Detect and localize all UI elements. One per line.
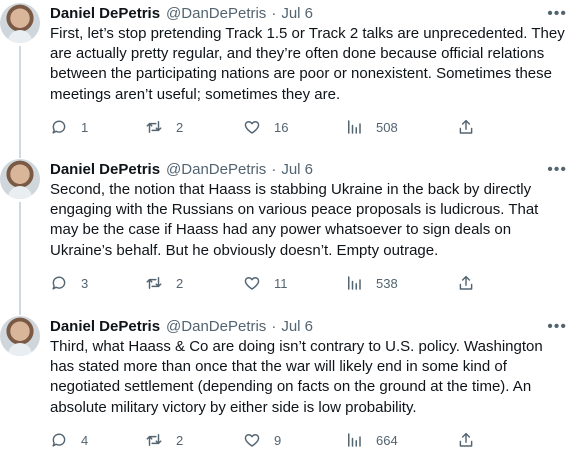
author-handle[interactable]: @DanDePetris [166, 4, 266, 24]
views-count: 508 [376, 119, 398, 135]
views-icon [348, 433, 361, 447]
avatar[interactable] [0, 3, 40, 43]
views-button[interactable]: 664 [345, 431, 398, 449]
retweet-button[interactable]: 2 [145, 118, 183, 136]
share-button[interactable] [457, 274, 475, 292]
views-count: 538 [376, 275, 398, 291]
author-name[interactable]: Daniel DePetris [50, 160, 160, 180]
tweet-actions: 4 2 9 664 [50, 431, 480, 451]
like-button[interactable]: 16 [243, 118, 288, 136]
tweet-header: Daniel DePetris @DanDePetris · Jul 6 [50, 317, 313, 337]
more-icon[interactable]: ••• [547, 6, 567, 22]
like-count: 16 [274, 119, 289, 135]
retweet-icon [146, 434, 162, 446]
reply-icon [52, 276, 66, 290]
author-name[interactable]: Daniel DePetris [50, 4, 160, 24]
views-count: 664 [376, 432, 398, 448]
avatar[interactable] [0, 159, 40, 199]
views-button[interactable]: 508 [345, 118, 398, 136]
thread-line [19, 46, 21, 158]
thread-line [19, 202, 21, 315]
tweet-text: First, let’s stop pretending Track 1.5 o… [50, 25, 565, 103]
reply-icon [52, 433, 66, 447]
share-icon [459, 432, 473, 447]
heart-icon [244, 277, 260, 290]
retweet-count: 2 [176, 432, 184, 448]
views-icon [348, 120, 361, 134]
retweet-count: 2 [176, 275, 184, 291]
tweet[interactable]: Daniel DePetris @DanDePetris · Jul 6 •••… [0, 0, 575, 158]
share-button[interactable] [457, 431, 475, 449]
heart-icon [244, 434, 260, 447]
retweet-icon [146, 277, 162, 289]
tweet-header: Daniel DePetris @DanDePetris · Jul 6 [50, 4, 313, 24]
views-icon [348, 276, 361, 290]
separator-dot: · [271, 161, 277, 178]
tweet[interactable]: Daniel DePetris @DanDePetris · Jul 6 •••… [0, 313, 575, 454]
tweet-text: Third, what Haass & Co are doing isn’t c… [50, 338, 543, 416]
tweet-text: Second, the notion that Haass is stabbin… [50, 181, 539, 259]
tweet-actions: 3 2 11 538 [50, 274, 480, 294]
tweet-actions: 1 2 16 508 [50, 118, 480, 138]
views-button[interactable]: 538 [345, 274, 398, 292]
reply-count: 1 [81, 119, 89, 135]
reply-button[interactable]: 1 [50, 118, 88, 136]
more-icon[interactable]: ••• [547, 162, 567, 178]
reply-count: 3 [81, 275, 89, 291]
like-count: 11 [274, 275, 288, 291]
reply-button[interactable]: 3 [50, 274, 88, 292]
reply-button[interactable]: 4 [50, 431, 88, 449]
author-handle[interactable]: @DanDePetris [166, 160, 266, 180]
tweet-date[interactable]: Jul 6 [281, 317, 313, 337]
retweet-button[interactable]: 2 [145, 431, 183, 449]
avatar[interactable] [0, 316, 40, 356]
tweet[interactable]: Daniel DePetris @DanDePetris · Jul 6 •••… [0, 156, 575, 315]
reply-count: 4 [81, 432, 89, 448]
author-name[interactable]: Daniel DePetris [50, 317, 160, 337]
tweet-date[interactable]: Jul 6 [281, 4, 313, 24]
author-handle[interactable]: @DanDePetris [166, 317, 266, 337]
separator-dot: · [271, 5, 277, 22]
share-icon [459, 119, 473, 134]
share-icon [459, 275, 473, 290]
like-count: 9 [274, 432, 282, 448]
like-button[interactable]: 9 [243, 431, 281, 449]
like-button[interactable]: 11 [243, 274, 288, 292]
tweet-header: Daniel DePetris @DanDePetris · Jul 6 [50, 160, 313, 180]
retweet-icon [146, 121, 162, 133]
share-button[interactable] [457, 118, 475, 136]
tweet-date[interactable]: Jul 6 [281, 160, 313, 180]
more-icon[interactable]: ••• [547, 319, 567, 335]
separator-dot: · [271, 318, 277, 335]
heart-icon [244, 121, 260, 134]
reply-icon [52, 120, 66, 134]
retweet-button[interactable]: 2 [145, 274, 183, 292]
retweet-count: 2 [176, 119, 184, 135]
